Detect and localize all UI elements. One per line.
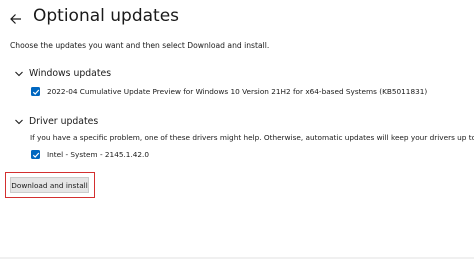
- windows-update-label: 2022-04 Cumulative Update Preview for Wi…: [47, 87, 428, 96]
- page-subtitle: Choose the updates you want and then sel…: [10, 41, 270, 50]
- driver-update-item: Intel - System - 2145.1.42.0: [31, 150, 149, 159]
- windows-update-checkbox[interactable]: [31, 87, 40, 96]
- windows-update-item: 2022-04 Cumulative Update Preview for Wi…: [31, 87, 427, 96]
- driver-update-checkbox[interactable]: [31, 150, 40, 159]
- driver-updates-title: Driver updates: [29, 116, 99, 127]
- checkmark-icon: [32, 152, 39, 158]
- driver-updates-info: If you have a specific problem, one of t…: [30, 133, 474, 142]
- chevron-down-icon: [14, 117, 24, 127]
- header: [8, 8, 24, 30]
- windows-updates-toggle[interactable]: Windows updates: [14, 68, 111, 79]
- windows-updates-title: Windows updates: [29, 68, 112, 79]
- checkmark-icon: [32, 89, 39, 95]
- driver-update-label: Intel - System - 2145.1.42.0: [47, 150, 150, 159]
- driver-updates-toggle[interactable]: Driver updates: [14, 116, 98, 127]
- back-arrow-icon: [10, 14, 21, 24]
- download-and-install-button[interactable]: Download and install: [10, 177, 89, 193]
- chevron-down-icon: [14, 69, 24, 79]
- page-title: Optional updates: [33, 6, 180, 26]
- back-button[interactable]: [8, 11, 24, 27]
